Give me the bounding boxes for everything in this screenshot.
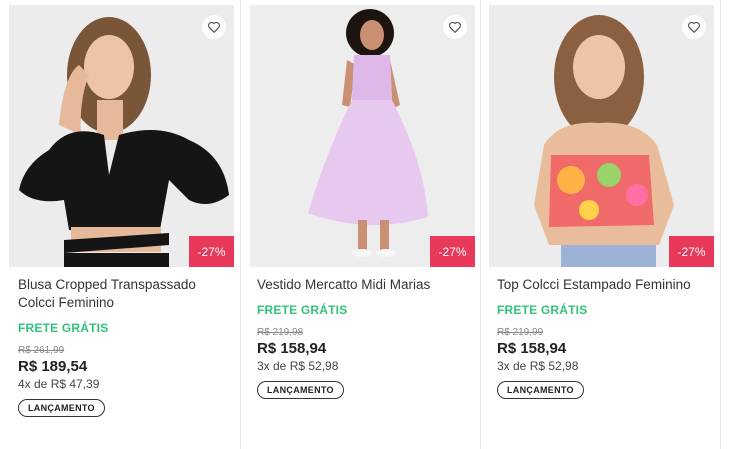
product-photo (250, 5, 475, 267)
heart-outline-icon (208, 21, 220, 34)
discount-badge: -27% (669, 236, 714, 267)
current-price: R$ 189,54 (18, 358, 88, 375)
current-price: R$ 158,94 (257, 340, 327, 357)
old-price: R$ 261,99 (18, 345, 65, 356)
product-title[interactable]: Vestido Mercatto Midi Marias (257, 276, 471, 294)
free-shipping-label: FRETE GRÁTIS (18, 321, 109, 335)
free-shipping-label: FRETE GRÁTIS (497, 303, 588, 317)
product-info: Top Colcci Estampado Feminino FRETE GRÁT… (497, 276, 711, 399)
product-image[interactable]: -27% (489, 5, 714, 267)
product-image[interactable]: -27% (250, 5, 475, 267)
launch-tag: LANÇAMENTO (497, 381, 584, 399)
favorite-button[interactable] (682, 15, 706, 39)
discount-badge: -27% (430, 236, 475, 267)
heart-outline-icon (449, 21, 461, 34)
product-info: Vestido Mercatto Midi Marias FRETE GRÁTI… (257, 276, 471, 399)
installments: 3x de R$ 52,98 (257, 359, 339, 373)
installments: 4x de R$ 47,39 (18, 377, 100, 391)
installments: 3x de R$ 52,98 (497, 359, 579, 373)
launch-tag: LANÇAMENTO (18, 399, 105, 417)
current-price: R$ 158,94 (497, 340, 567, 357)
product-photo (9, 5, 234, 267)
free-shipping-label: FRETE GRÁTIS (257, 303, 348, 317)
old-price: R$ 219,99 (497, 327, 544, 338)
product-info: Blusa Cropped Transpassado Colcci Femini… (18, 276, 232, 417)
favorite-button[interactable] (202, 15, 226, 39)
product-title[interactable]: Top Colcci Estampado Feminino (497, 276, 711, 294)
discount-badge: -27% (189, 236, 234, 267)
product-title[interactable]: Blusa Cropped Transpassado Colcci Femini… (18, 276, 232, 312)
product-card[interactable]: -27% Top Colcci Estampado Feminino FRETE… (481, 0, 721, 449)
old-price: R$ 219,98 (257, 327, 304, 338)
heart-outline-icon (688, 21, 700, 34)
card-divider (720, 0, 721, 449)
product-card[interactable]: -27% Vestido Mercatto Midi Marias FRETE … (241, 0, 481, 449)
launch-tag: LANÇAMENTO (257, 381, 344, 399)
product-photo (489, 5, 714, 267)
product-grid: -27% Blusa Cropped Transpassado Colcci F… (0, 0, 730, 449)
favorite-button[interactable] (443, 15, 467, 39)
product-image[interactable]: -27% (9, 5, 234, 267)
product-card[interactable]: -27% Blusa Cropped Transpassado Colcci F… (0, 0, 240, 449)
